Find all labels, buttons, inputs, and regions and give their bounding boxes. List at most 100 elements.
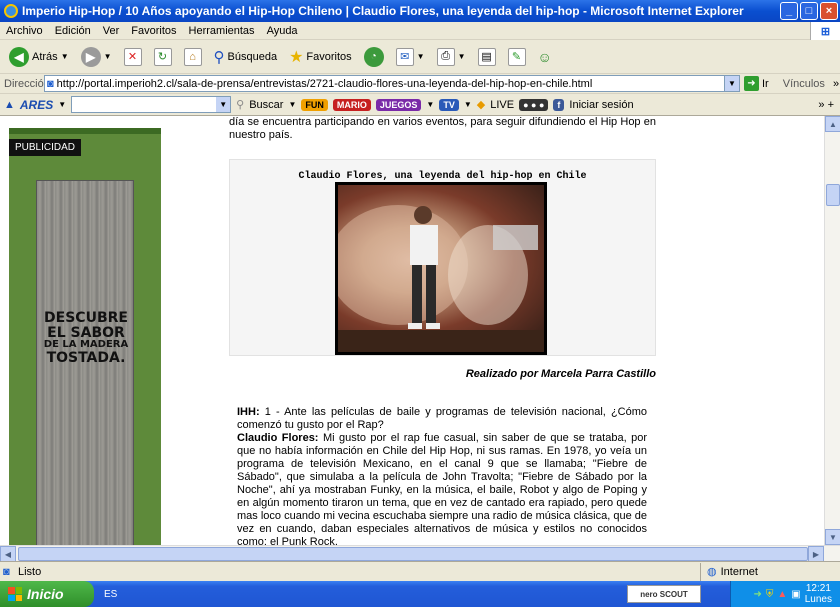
scroll-down-icon[interactable]: ▼ [825, 529, 840, 545]
address-input[interactable]: ◙ http://portal.imperioh2.cl/sala-de-pre… [44, 75, 740, 92]
history-icon: ◔ [363, 46, 384, 67]
tray-arrow-icon[interactable]: ➜ [754, 589, 762, 600]
edit-button[interactable]: ▤ [475, 44, 499, 70]
chevron-down-icon[interactable]: ▼ [464, 100, 472, 109]
menu-edicion[interactable]: Edición [55, 25, 91, 37]
chevron-double-right-icon[interactable]: » [833, 78, 839, 90]
figure-box: Claudio Flores, una leyenda del hip-hop … [229, 159, 656, 356]
stop-button[interactable]: ✕ [121, 44, 145, 70]
print-button[interactable]: ⎙ ▼ [434, 44, 469, 70]
discuss-icon: ✎ [507, 47, 526, 66]
chevron-down-icon[interactable]: ▼ [288, 100, 296, 109]
chevron-down-icon[interactable]: ▼ [458, 52, 466, 61]
discuss-button[interactable]: ✎ [505, 44, 529, 70]
fun-button[interactable]: FUN [301, 98, 328, 111]
media-controls-icon[interactable]: ● ● ● [519, 98, 549, 111]
search-label: Búsqueda [227, 50, 278, 63]
print-icon: ⎙ [436, 47, 455, 66]
ad-line-4: TOSTADA. [46, 349, 126, 366]
sidebar-advertisement[interactable]: PUBLICIDAD DESCUBRE EL SABOR DE LA MADER… [9, 128, 161, 545]
mario-button[interactable]: MARIO [332, 98, 371, 111]
live-button[interactable]: LIVE [490, 99, 514, 111]
tv-button[interactable]: TV [439, 98, 459, 111]
answer-1: Claudio Flores: Mi gusto por el rap fue … [237, 432, 647, 545]
history-button[interactable]: ◔ [361, 44, 387, 70]
chevron-down-icon[interactable]: ▼ [426, 100, 434, 109]
links-button[interactable]: Vínculos [783, 78, 825, 90]
search-icon: ⚲ [213, 48, 225, 66]
chevron-down-icon[interactable]: ▼ [216, 97, 231, 112]
chevron-down-icon[interactable]: ▼ [61, 52, 69, 61]
ares-search-button[interactable]: Buscar [249, 99, 283, 111]
intro-paragraph: día se encuentra participando en varios … [229, 116, 656, 141]
dancer-photo [335, 182, 547, 355]
window-title: Imperio Hip-Hop / 10 Años apoyando el Hi… [22, 4, 744, 18]
horizontal-scroll-thumb[interactable] [18, 547, 808, 561]
mail-button[interactable]: ✉ ▼ [393, 44, 428, 70]
signin-button[interactable]: Iniciar sesión [569, 99, 633, 111]
scroll-left-icon[interactable]: ◀ [0, 546, 16, 562]
ad-line-1: DESCUBRE [44, 310, 128, 326]
menu-ver[interactable]: Ver [103, 25, 120, 37]
network-icon[interactable]: ▣ [791, 589, 800, 600]
status-text: ◙ Listo [0, 566, 700, 578]
refresh-button[interactable]: ↻ [151, 44, 175, 70]
menu-archivo[interactable]: Archivo [6, 25, 43, 37]
search-icon: ⚲ [236, 99, 245, 111]
live-icon: ◆ [476, 99, 486, 111]
favorites-button[interactable]: ★ Favoritos [286, 44, 355, 70]
publicidad-tag: PUBLICIDAD [9, 139, 82, 156]
chevron-down-icon[interactable]: ▼ [58, 100, 66, 109]
ares-brand[interactable]: ARES [20, 98, 53, 112]
go-button[interactable]: ➜ Ir [744, 76, 769, 91]
ares-logo-icon: ▲ [4, 98, 15, 111]
clock[interactable]: 12:21 Lunes [805, 583, 832, 605]
minimize-button[interactable]: _ [780, 2, 798, 20]
a1-text: Mi gusto por el rap fue casual, sin sabe… [237, 432, 648, 545]
facebook-icon[interactable]: f [553, 98, 565, 111]
chevron-down-icon[interactable]: ▼ [104, 52, 112, 61]
language-indicator[interactable]: ES [104, 589, 117, 600]
messenger-button[interactable]: ☺ [535, 44, 555, 70]
scroll-right-icon[interactable]: ▶ [808, 546, 824, 562]
windows-taskbar: Inicio ES nero SCOUT ➜ ⛨ ▲ ▣ 12:21 Lunes [0, 581, 840, 607]
start-button[interactable]: Inicio [0, 581, 94, 607]
pdf-icon[interactable]: ▲ [777, 589, 787, 600]
a1-label: Claudio Flores: [237, 432, 319, 444]
security-zone: ◍ Internet [700, 562, 758, 581]
scroll-up-icon[interactable]: ▲ [825, 116, 840, 132]
forward-button[interactable]: ▶ ▼ [78, 44, 115, 70]
menu-herramientas[interactable]: Herramientas [189, 25, 255, 37]
menu-favoritos[interactable]: Favoritos [131, 25, 176, 37]
search-button[interactable]: ⚲ Búsqueda [211, 44, 281, 70]
shield-icon[interactable]: ⛨ [766, 589, 774, 600]
vertical-scroll-thumb[interactable] [826, 184, 840, 206]
maximize-button[interactable]: □ [800, 2, 818, 20]
clock-time: 12:21 [805, 583, 831, 594]
window-titlebar: Imperio Hip-Hop / 10 Años apoyando el Hi… [0, 0, 840, 22]
back-button[interactable]: ◀ Atrás ▼ [6, 44, 72, 70]
status-label: Listo [18, 565, 42, 578]
chevron-down-icon[interactable]: ▼ [724, 76, 739, 91]
chevron-double-right-icon[interactable]: » + [818, 99, 834, 111]
chevron-down-icon[interactable]: ▼ [417, 52, 425, 61]
ie-icon [4, 4, 18, 18]
address-url[interactable]: http://portal.imperioh2.cl/sala-de-prens… [57, 78, 593, 90]
ares-search-input[interactable]: ▼ [71, 96, 232, 113]
nero-scout-widget[interactable]: nero SCOUT [627, 585, 701, 603]
horizontal-scrollbar[interactable]: ◀ ▶ [0, 545, 840, 562]
refresh-icon: ↻ [153, 47, 172, 66]
juegos-button[interactable]: JUEGOS [375, 98, 422, 111]
stop-icon: ✕ [123, 47, 142, 66]
vertical-scrollbar[interactable]: ▲ ▼ [824, 116, 840, 545]
menu-bar: Archivo Edición Ver Favoritos Herramient… [0, 22, 840, 40]
home-button[interactable]: ⌂ [181, 44, 205, 70]
q1-label: IHH: [237, 406, 260, 418]
mail-icon: ✉ [395, 47, 414, 66]
close-button[interactable]: × [820, 2, 838, 20]
menu-ayuda[interactable]: Ayuda [267, 25, 298, 37]
clock-day: Lunes [804, 594, 832, 605]
go-label: Ir [762, 77, 769, 90]
address-label: Dirección [4, 77, 50, 90]
globe-icon: ◍ [707, 566, 717, 578]
